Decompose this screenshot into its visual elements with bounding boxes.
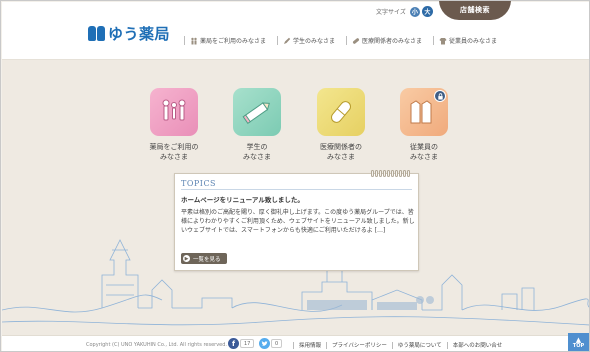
arrow-right-icon: ▶ (183, 255, 190, 262)
tile-patients[interactable] (150, 88, 198, 136)
view-list-label: 一覧を見る (193, 256, 221, 263)
footer-links: 採用情報 プライバシーポリシー ゆう薬局について 本部へのお問い合せ (293, 341, 507, 349)
tile-label-line: 医療関係者の (320, 143, 362, 151)
tile-label-line: みなさま (410, 153, 438, 161)
logo-mark-icon (88, 26, 105, 41)
nav-label: 医療関係者のみなさま (362, 38, 423, 45)
logo-text: ゆう薬局 (108, 25, 171, 43)
browser-frame: ゆう薬局 文字サイズ 小 大 店舗検索 薬局をご利用のみなさま 学生のみなさま (0, 0, 590, 352)
site-footer: Copyright (C) UNO YAKUHIN Co., Ltd. All … (2, 333, 589, 351)
audience-tiles: 薬局をご利用の みなさま 学生の みなさま 医療関係者の みなさま 従業員の み… (2, 60, 589, 180)
uniform-icon (439, 37, 447, 45)
store-search-button[interactable]: 店舗検索 (439, 1, 511, 20)
footer-divider (391, 341, 393, 349)
facebook-share[interactable]: f 17 (228, 338, 255, 349)
capsule-icon (331, 101, 351, 123)
tile-label-patients[interactable]: 薬局をご利用の みなさま (139, 142, 209, 162)
global-nav: 薬局をご利用のみなさま 学生のみなさま 医療関係者のみなさま 従業員のみなさま (184, 36, 508, 45)
notebook-spiral (371, 170, 411, 177)
font-size-switcher: 文字サイズ 小 大 (376, 6, 435, 17)
nav-label: 学生のみなさま (293, 38, 336, 45)
tile-label-line: みなさま (327, 153, 355, 161)
twitter-icon (259, 338, 270, 349)
nav-label: 薬局をご利用のみなさま (200, 38, 267, 45)
topics-card: TOPICS ホームページをリニューアル致しました。 平素は格別のご高配を賜り、… (174, 170, 419, 271)
topics-divider (181, 189, 412, 190)
back-to-top-label: TOP (572, 342, 585, 349)
nav-item-medical[interactable]: 医療関係者のみなさま (346, 36, 422, 45)
facebook-icon: f (228, 338, 239, 349)
tile-label-line: みなさま (243, 153, 271, 161)
tile-label-medical[interactable]: 医療関係者の みなさま (306, 142, 376, 162)
twitter-share-count: 0 (271, 339, 283, 348)
pencil-icon (242, 102, 270, 125)
uniform-icon (410, 100, 432, 124)
footer-divider (326, 341, 328, 349)
tile-students[interactable] (233, 88, 281, 136)
nav-item-employees[interactable]: 従業員のみなさま (433, 36, 497, 45)
back-to-top-button[interactable]: ▲ TOP (568, 333, 589, 351)
nav-item-patients[interactable]: 薬局をご利用のみなさま (184, 36, 266, 45)
family-icon (162, 99, 186, 121)
site-header: ゆう薬局 文字サイズ 小 大 店舗検索 薬局をご利用のみなさま 学生のみなさま (2, 1, 589, 60)
twitter-share[interactable]: 0 (259, 338, 283, 349)
lock-icon (434, 90, 446, 102)
nav-divider (346, 36, 348, 45)
footer-link-contact[interactable]: 本部へのお問い合せ (446, 341, 503, 349)
footer-divider (293, 341, 294, 349)
tile-medical[interactable] (317, 88, 365, 136)
font-size-small-button[interactable]: 小 (409, 6, 420, 17)
footer-link-careers[interactable]: 採用情報 (293, 341, 321, 349)
footer-divider (446, 341, 448, 349)
footer-link-privacy[interactable]: プライバシーポリシー (326, 341, 387, 349)
tile-label-line: 従業員の (410, 143, 438, 151)
topics-title-link[interactable]: ホームページをリニューアル致しました。 (181, 194, 304, 204)
copyright-text: Copyright (C) UNO YAKUHIN Co., Ltd. All … (86, 342, 227, 348)
footer-link-about[interactable]: ゆう薬局について (391, 341, 442, 349)
site-logo[interactable]: ゆう薬局 (88, 23, 170, 44)
nav-label: 従業員のみなさま (449, 38, 498, 45)
nav-divider (433, 36, 435, 45)
people-icon (190, 37, 198, 45)
tile-label-students[interactable]: 学生の みなさま (222, 142, 292, 162)
footer-link-label: 採用情報 (299, 343, 322, 349)
font-size-label: 文字サイズ (376, 9, 406, 16)
main-content: 薬局をご利用の みなさま 学生の みなさま 医療関係者の みなさま 従業員の み… (2, 60, 589, 335)
pencil-icon (283, 37, 291, 45)
topics-body-text: 平素は格別のご高配を賜り、厚く御礼申し上げます。この度ゆう薬局グループでは、皆様… (181, 209, 415, 234)
tile-label-line: 薬局をご利用の (149, 143, 199, 151)
footer-link-label: ゆう薬局について (397, 343, 442, 349)
tile-label-employees[interactable]: 従業員の みなさま (389, 142, 459, 162)
footer-link-label: 本部へのお問い合せ (452, 343, 503, 349)
font-size-large-button[interactable]: 大 (421, 6, 433, 17)
nav-divider (184, 36, 185, 45)
facebook-share-count: 17 (240, 339, 255, 348)
tile-label-line: 学生の (246, 143, 268, 151)
nav-divider (277, 36, 279, 45)
tile-label-line: みなさま (160, 153, 188, 161)
footer-link-label: プライバシーポリシー (332, 343, 387, 349)
capsule-icon (352, 37, 360, 45)
view-list-button[interactable]: ▶ 一覧を見る (181, 253, 227, 264)
topics-heading: TOPICS (181, 179, 217, 188)
nav-item-students[interactable]: 学生のみなさま (277, 36, 335, 45)
